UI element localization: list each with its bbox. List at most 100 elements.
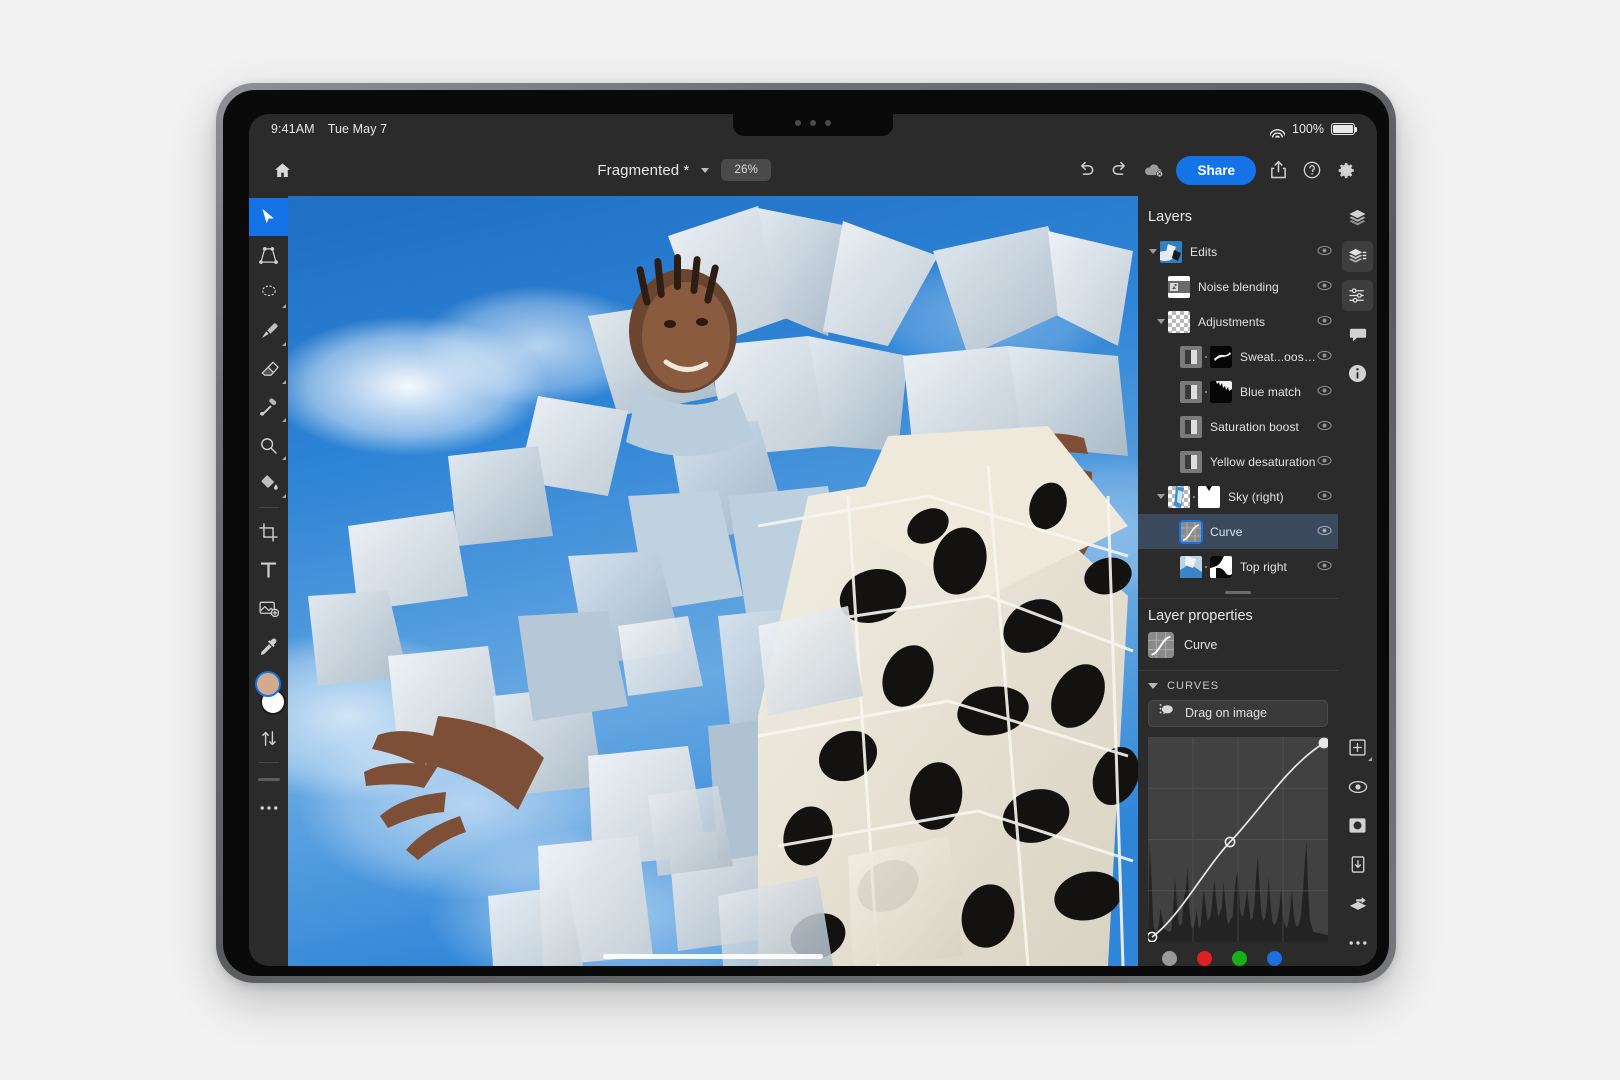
curves-editor[interactable] [1148, 737, 1328, 942]
move-tool[interactable] [249, 198, 288, 236]
cloud-offline-icon[interactable] [1137, 153, 1171, 187]
eye-icon[interactable] [1317, 243, 1332, 261]
layer-row[interactable]: Edits [1138, 234, 1338, 269]
help-icon[interactable] [1295, 153, 1329, 187]
panel-resize-handle[interactable] [1225, 591, 1251, 594]
layer-row[interactable]: Noise blending [1138, 269, 1338, 304]
layer-row[interactable]: Yellow desaturation [1138, 444, 1338, 479]
layer-row[interactable]: Saturation boost [1138, 409, 1338, 444]
adjustment-thumbnail [1180, 381, 1202, 403]
color-swatches[interactable] [254, 671, 284, 717]
eye-icon[interactable] [1317, 418, 1332, 436]
channel-red[interactable] [1197, 951, 1212, 966]
curves-section-header[interactable]: CURVES [1138, 671, 1338, 700]
eye-icon[interactable] [1317, 523, 1332, 541]
layers-properties-icon[interactable] [1342, 241, 1373, 272]
layer-row-curve[interactable]: Curve [1138, 514, 1338, 549]
transform-tool[interactable] [249, 236, 288, 274]
eye-icon[interactable] [1317, 453, 1332, 471]
layer-row[interactable]: Adjustments [1138, 304, 1338, 339]
mask-icon[interactable] [1342, 810, 1373, 841]
notch-sensors [795, 120, 831, 126]
layer-name: Blue match [1240, 385, 1317, 399]
chevron-down-icon[interactable] [1148, 683, 1158, 689]
eye-icon[interactable] [1317, 488, 1332, 506]
spot-heal-tool[interactable] [249, 426, 288, 464]
crop-tool[interactable] [249, 513, 288, 551]
eyedropper-tool[interactable] [249, 627, 288, 665]
place-photo-tool[interactable] [249, 589, 288, 627]
comment-bubble-icon[interactable] [1342, 319, 1373, 350]
undo-icon[interactable] [1069, 153, 1103, 187]
ipad-device: 9:41AM Tue May 7 100% [216, 83, 1396, 983]
battery-percent-label: 100% [1292, 122, 1324, 136]
document-title-group[interactable]: Fragmented * 26% [597, 159, 771, 181]
paint-bucket-tool[interactable] [249, 464, 288, 502]
ipad-screen: 9:41AM Tue May 7 100% [249, 114, 1377, 966]
info-circle-icon[interactable] [1342, 358, 1373, 389]
clone-stamp-tool[interactable] [249, 388, 288, 426]
chevron-down-icon[interactable] [701, 168, 709, 173]
mask-link-dot [1205, 356, 1207, 358]
tool-flyout-indicator [282, 304, 286, 308]
eye-icon[interactable] [1317, 313, 1332, 331]
status-bar-left: 9:41AM Tue May 7 [271, 122, 387, 136]
layer-thumbnail [1168, 276, 1190, 298]
type-tool[interactable] [249, 551, 288, 589]
eye-icon[interactable] [1317, 348, 1332, 366]
layer-row[interactable]: Sweat...ooster [1138, 339, 1338, 374]
rail-drag-handle[interactable] [258, 778, 280, 781]
layers-stack-icon[interactable] [1342, 202, 1373, 233]
clip-layer-icon[interactable] [1342, 849, 1373, 880]
layer-thumbnails [1180, 556, 1232, 578]
eye-icon[interactable] [1342, 771, 1373, 802]
home-icon[interactable] [265, 153, 299, 187]
share-button[interactable]: Share [1176, 156, 1256, 185]
adjustment-thumbnail [1180, 416, 1202, 438]
gear-icon[interactable] [1329, 153, 1363, 187]
lasso-select-tool[interactable] [249, 274, 288, 312]
swap-arrows-icon[interactable] [249, 719, 288, 757]
disclosure-triangle-icon[interactable] [1154, 494, 1168, 499]
channel-blue[interactable] [1267, 951, 1282, 966]
eye-icon[interactable] [1317, 278, 1332, 296]
layer-thumbnails [1168, 486, 1220, 508]
disclosure-triangle-icon[interactable] [1154, 319, 1168, 324]
device-bezel: 9:41AM Tue May 7 100% [223, 90, 1389, 976]
layer-row[interactable]: Blue match [1138, 374, 1338, 409]
brush-tool[interactable] [249, 312, 288, 350]
channel-green[interactable] [1232, 951, 1247, 966]
sliders-icon[interactable] [1342, 280, 1373, 311]
curves-graph[interactable] [1148, 737, 1328, 942]
right-icon-rail [1338, 196, 1377, 966]
layer-name: Noise blending [1198, 280, 1317, 294]
layer-row[interactable]: Sky (right) [1138, 479, 1338, 514]
foreground-color-swatch[interactable] [255, 671, 281, 697]
artwork-image [288, 196, 1138, 966]
layer-row[interactable]: Top right [1138, 549, 1338, 584]
layer-name: Yellow desaturation [1210, 455, 1317, 469]
eye-icon[interactable] [1317, 383, 1332, 401]
disclosure-triangle-icon[interactable] [1146, 249, 1160, 254]
canvas-area[interactable] [288, 196, 1138, 966]
merge-icon[interactable] [1342, 888, 1373, 919]
layer-thumbnail [1168, 486, 1190, 508]
redo-icon[interactable] [1103, 153, 1137, 187]
curve-point-white[interactable] [1319, 738, 1328, 747]
more-horizontal-icon[interactable] [1342, 927, 1373, 958]
drag-on-image-button[interactable]: Drag on image [1148, 700, 1328, 727]
eye-icon[interactable] [1317, 558, 1332, 576]
wifi-icon [1270, 124, 1285, 135]
more-horizontal-icon[interactable] [249, 789, 288, 827]
status-bar-date: Tue May 7 [328, 122, 388, 136]
zoom-level-chip[interactable]: 26% [721, 159, 771, 181]
export-icon[interactable] [1261, 153, 1295, 187]
tool-flyout-indicator [282, 456, 286, 460]
add-square-icon[interactable] [1342, 732, 1373, 763]
layer-thumbnail [1160, 241, 1182, 263]
home-indicator[interactable] [603, 954, 823, 959]
eraser-tool[interactable] [249, 350, 288, 388]
channel-rgb[interactable] [1162, 951, 1177, 966]
layer-name: Top right [1240, 560, 1317, 574]
layer-properties-row: Curve [1138, 632, 1338, 670]
